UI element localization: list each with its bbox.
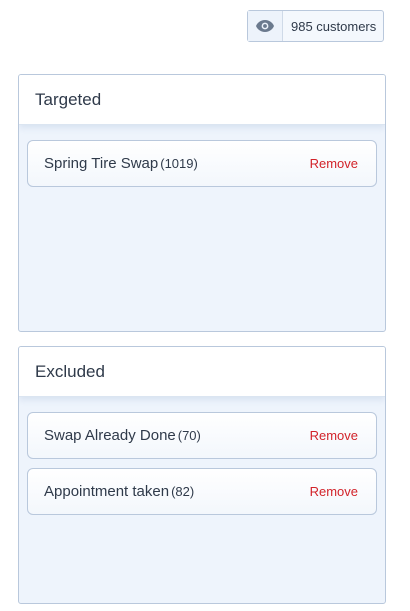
remove-button[interactable]: Remove <box>310 156 358 171</box>
audience-count-badge[interactable]: 985 customers <box>247 10 384 42</box>
excluded-list: Swap Already Done (70) Remove Appointmen… <box>19 397 385 532</box>
excluded-panel: Excluded Swap Already Done (70) Remove A… <box>18 346 386 604</box>
list-item: Swap Already Done (70) Remove <box>27 412 377 459</box>
segment-count: (82) <box>171 484 195 499</box>
segment-count: (70) <box>177 428 201 443</box>
segment-name: Spring Tire Swap <box>44 155 159 172</box>
list-item: Spring Tire Swap (1019) Remove <box>27 140 377 187</box>
audience-count-text: 985 customers <box>291 18 377 34</box>
eye-icon <box>248 11 283 41</box>
excluded-title: Excluded <box>19 347 385 397</box>
targeted-title: Targeted <box>19 75 385 125</box>
remove-button[interactable]: Remove <box>310 484 358 499</box>
list-item: Appointment taken (82) Remove <box>27 468 377 515</box>
targeted-list: Spring Tire Swap (1019) Remove <box>19 125 385 204</box>
segment-name: Appointment taken <box>44 483 170 500</box>
targeted-panel: Targeted Spring Tire Swap (1019) Remove <box>18 74 386 332</box>
remove-button[interactable]: Remove <box>310 428 358 443</box>
segment-name: Swap Already Done <box>44 427 176 444</box>
segment-count: (1019) <box>160 156 198 171</box>
